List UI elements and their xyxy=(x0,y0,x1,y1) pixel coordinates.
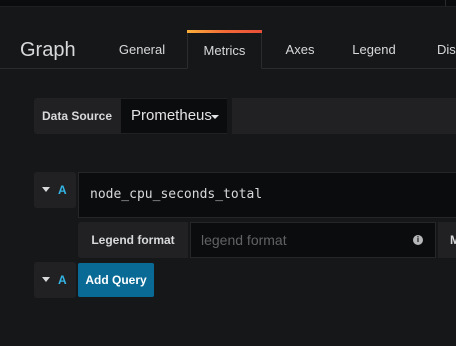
datasource-row: Data Source xyxy=(34,98,456,134)
new-query-row-toggle: A xyxy=(34,262,76,298)
new-query-letter: A xyxy=(58,273,67,287)
legend-format-input[interactable]: legend format i xyxy=(190,222,436,258)
query-row-toggle: A xyxy=(34,172,76,208)
caret-down-icon xyxy=(211,115,219,119)
datasource-label: Data Source xyxy=(41,109,113,123)
query-letter: A xyxy=(58,183,67,197)
collapse-caret-icon[interactable] xyxy=(42,187,50,192)
query-expression-field[interactable]: node_cpu_seconds_total xyxy=(78,172,456,218)
add-query-button[interactable]: Add Query xyxy=(78,263,154,297)
tab-axes[interactable]: Axes xyxy=(272,30,328,69)
tab-legend[interactable]: Legend xyxy=(337,30,411,69)
datasource-picker[interactable]: Prometheus xyxy=(121,99,227,133)
panel-title: Graph xyxy=(20,39,76,61)
tab-display[interactable]: Disp xyxy=(420,30,456,69)
legend-format-placeholder: legend format xyxy=(201,232,287,248)
panel-editor: Graph General Metrics Axes Legend Disp D… xyxy=(0,0,456,346)
tab-general[interactable]: General xyxy=(106,30,178,69)
info-icon[interactable]: i xyxy=(413,235,423,245)
tab-metrics[interactable]: Metrics xyxy=(187,30,262,69)
top-divider xyxy=(445,0,446,6)
next-field-label: M xyxy=(438,222,456,258)
collapse-caret-icon[interactable] xyxy=(42,277,50,282)
top-strip xyxy=(0,0,456,7)
datasource-gap xyxy=(227,98,232,134)
datasource-value: Prometheus xyxy=(131,107,212,124)
legend-format-label: Legend format xyxy=(78,222,188,258)
